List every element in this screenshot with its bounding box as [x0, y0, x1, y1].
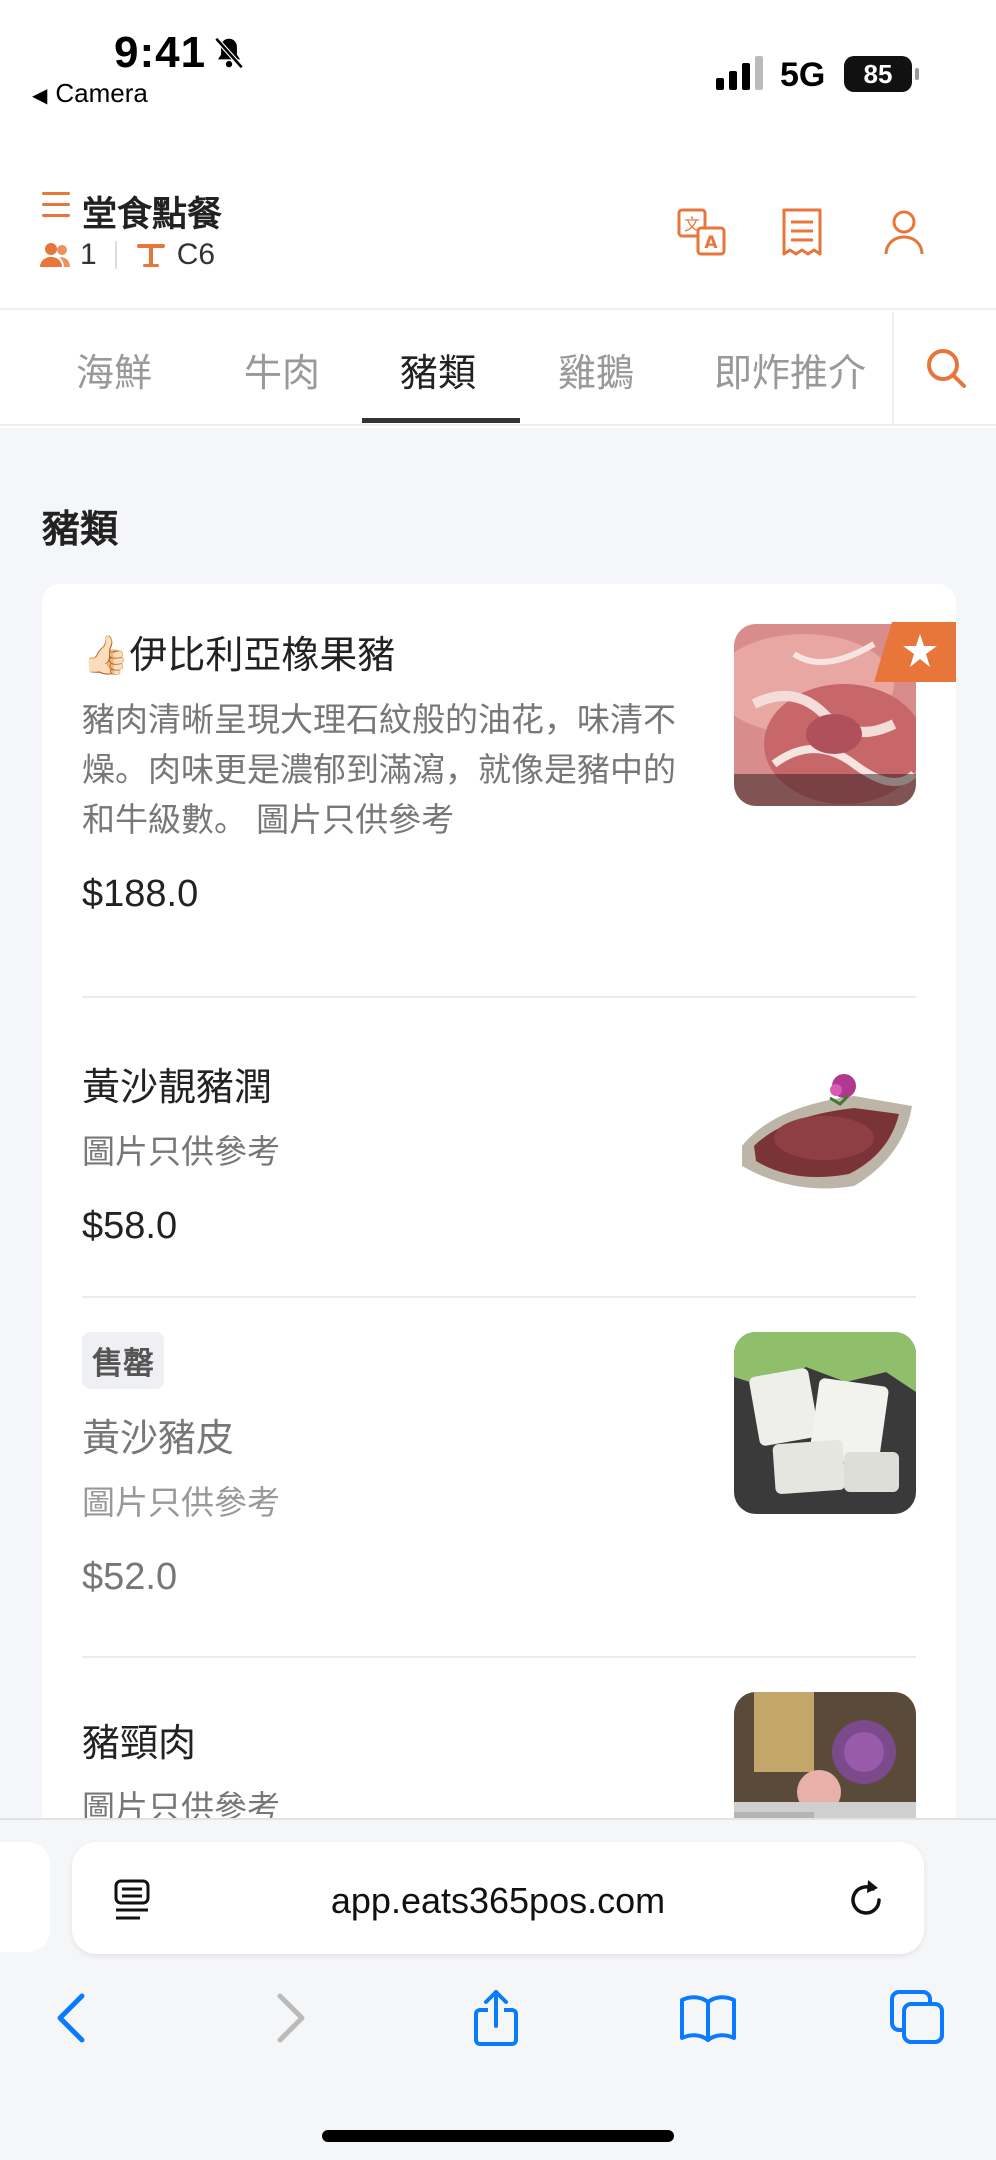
tab-seafood[interactable]: 海鮮 — [76, 342, 152, 397]
item-desc: 圖片只供參考 — [82, 1133, 280, 1170]
network-type: 5G — [780, 56, 826, 94]
menu-icon[interactable] — [42, 192, 70, 218]
menu-content: 豬類 👍🏻伊比利亞橡果豬 豬肉清晰呈現大理石紋般的油花，味清不燥。肉味更是濃郁到… — [0, 428, 996, 1818]
guest-count: 1 — [80, 238, 97, 271]
table-number: C6 — [176, 238, 216, 271]
translate-icon[interactable]: 文 A — [676, 206, 728, 258]
category-tabs: 海鮮 牛肉 豬類 雞鵝 即炸推介 — [0, 312, 996, 426]
user-icon[interactable] — [878, 206, 930, 258]
item-image — [734, 1046, 916, 1228]
bookmarks-icon[interactable] — [678, 1988, 738, 2048]
status-time: 9:41 — [114, 28, 207, 77]
menu-item[interactable]: 豬頸肉 圖片只供參考 — [82, 1692, 916, 1818]
featured-star-icon — [874, 622, 956, 682]
back-to-camera[interactable]: ◀ Camera — [32, 78, 148, 109]
reload-icon[interactable] — [844, 1876, 888, 1920]
app-header: 堂食點餐 1 C6 文 A — [0, 170, 996, 310]
menu-card: 👍🏻伊比利亞橡果豬 豬肉清晰呈現大理石紋般的油花，味清不燥。肉味更是濃郁到滿瀉，… — [42, 584, 956, 1818]
bell-muted-icon — [214, 37, 244, 69]
thumbs-up-icon: 👍🏻 — [82, 635, 130, 677]
battery-indicator: 85 — [844, 56, 919, 92]
menu-item[interactable]: 售罄 黃沙豬皮 圖片只供參考 $52.0 — [82, 1332, 916, 1612]
item-desc: 圖片只供參考 — [82, 1789, 280, 1818]
item-divider — [82, 996, 916, 998]
menu-item[interactable]: 👍🏻伊比利亞橡果豬 豬肉清晰呈現大理石紋般的油花，味清不燥。肉味更是濃郁到滿瀉，… — [82, 622, 956, 915]
order-meta: 1 C6 — [40, 238, 215, 272]
item-name-text: 伊比利亞橡果豬 — [129, 635, 396, 677]
tab-beef[interactable]: 牛肉 — [244, 342, 320, 397]
active-tab-indicator — [362, 418, 520, 423]
tab-pork[interactable]: 豬類 — [400, 342, 476, 397]
url-text: app.eats365pos.com — [330, 1880, 666, 1921]
item-price: $52.0 — [82, 1556, 178, 1598]
svg-text:A: A — [704, 233, 718, 253]
back-arrow-icon[interactable] — [44, 1988, 104, 2048]
back-app-label: Camera — [55, 78, 148, 108]
share-icon[interactable] — [466, 1988, 526, 2048]
status-bar: 9:41 ◀ Camera 5G 85 — [0, 0, 996, 120]
item-price: $188.0 — [82, 873, 199, 915]
item-desc: 圖片只供參考 — [82, 1484, 280, 1521]
forward-arrow-icon[interactable] — [258, 1988, 318, 2048]
item-desc: 豬肉清晰呈現大理石紋般的油花，味清不燥。肉味更是濃郁到滿瀉，就像是豬中的和牛級數… — [82, 701, 676, 838]
item-divider — [82, 1656, 916, 1658]
address-bar[interactable]: app.eats365pos.com — [72, 1842, 924, 1954]
section-title: 豬類 — [42, 509, 119, 551]
sold-out-badge: 售罄 — [82, 1332, 164, 1389]
item-image — [734, 1332, 916, 1514]
item-divider — [82, 1296, 916, 1298]
menu-item[interactable]: 黃沙靚豬潤 圖片只供參考 $58.0 — [82, 1046, 916, 1256]
tab-divider — [892, 312, 894, 426]
tab-poultry[interactable]: 雞鵝 — [558, 342, 634, 397]
tabs-icon[interactable] — [888, 1988, 948, 2048]
home-indicator[interactable] — [322, 2130, 674, 2142]
previous-tab-preview[interactable] — [0, 1842, 50, 1952]
receipt-icon[interactable] — [776, 206, 828, 258]
item-image — [734, 1692, 916, 1818]
guests-icon — [40, 243, 70, 267]
signal-icon — [716, 56, 763, 90]
table-icon — [136, 244, 165, 267]
safari-toolbar: app.eats365pos.com — [0, 1818, 996, 2160]
tab-fried-recommend[interactable]: 即炸推介 — [714, 342, 866, 397]
page-title: 堂食點餐 — [82, 195, 223, 234]
search-icon[interactable] — [922, 344, 970, 392]
